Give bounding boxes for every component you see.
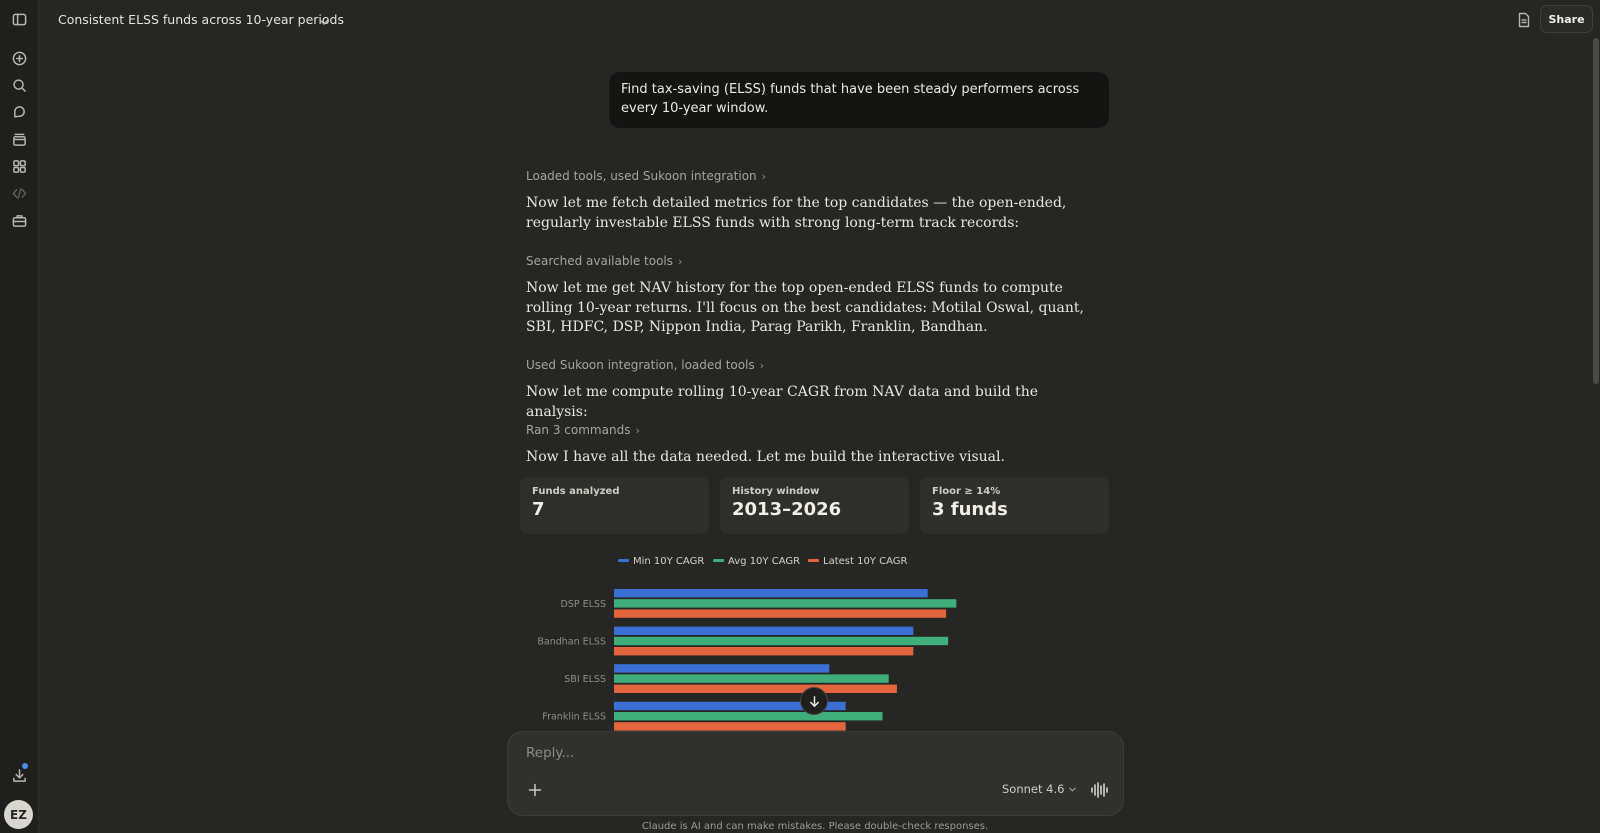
- legend-label: Latest 10Y CAGR: [823, 556, 907, 567]
- stat-card-floor: Floor ≥ 14% 3 funds: [920, 477, 1109, 534]
- tool-summary-label: Loaded tools, used Sukoon integration: [526, 169, 757, 183]
- bar-min-10y-cagr-bandhan-elss[interactable]: [614, 626, 914, 635]
- stat-label: History window: [732, 486, 820, 497]
- bar-min-10y-cagr-dsp-elss[interactable]: [614, 589, 928, 598]
- bar-latest-10y-cagr-dsp-elss[interactable]: [614, 609, 947, 618]
- code-icon[interactable]: [9, 183, 29, 203]
- new-chat-icon[interactable]: [9, 48, 29, 68]
- arrow-down-icon: [809, 695, 819, 707]
- search-icon[interactable]: [9, 75, 29, 95]
- stat-value: 2013–2026: [732, 499, 842, 520]
- tool-summary-3[interactable]: Used Sukoon integration, loaded tools ›: [526, 358, 764, 372]
- share-button[interactable]: Share: [1540, 5, 1593, 33]
- toolbox-icon[interactable]: [9, 210, 29, 230]
- chats-icon[interactable]: [9, 102, 29, 122]
- stat-card-history: History window 2013–2026: [720, 477, 909, 534]
- chevron-down-icon[interactable]: [318, 13, 330, 26]
- document-icon[interactable]: [1516, 12, 1532, 28]
- bar-avg-10y-cagr-franklin-elss[interactable]: [614, 712, 883, 721]
- chevron-right-icon: ›: [759, 358, 765, 372]
- chevron-down-icon: [1069, 787, 1077, 792]
- tool-summary-label: Searched available tools: [526, 254, 673, 268]
- legend-label: Avg 10Y CAGR: [728, 556, 800, 567]
- legend-label: Min 10Y CAGR: [633, 556, 704, 567]
- tool-summary-label: Used Sukoon integration, loaded tools: [526, 358, 755, 372]
- bar-latest-10y-cagr-bandhan-elss[interactable]: [614, 647, 914, 656]
- notification-dot: [22, 763, 28, 769]
- chevron-right-icon: ›: [761, 169, 767, 183]
- left-sidebar: EZ: [0, 0, 39, 833]
- reply-composer: Sonnet 4.6: [507, 731, 1124, 816]
- stat-value: 3 funds: [932, 499, 1008, 520]
- projects-icon[interactable]: [9, 129, 29, 149]
- tool-summary-2[interactable]: Searched available tools ›: [526, 254, 682, 268]
- tool-summary-1[interactable]: Loaded tools, used Sukoon integration ›: [526, 169, 766, 183]
- disclaimer-text: Claude is AI and can make mistakes. Plea…: [641, 821, 989, 832]
- chevron-right-icon: ›: [635, 423, 640, 437]
- legend-swatch: [618, 559, 629, 562]
- category-label: Franklin ELSS: [542, 712, 606, 723]
- artifacts-icon[interactable]: [9, 156, 29, 176]
- scroll-to-bottom-button[interactable]: [800, 687, 828, 715]
- tool-summary-label: Ran 3 commands: [526, 423, 631, 437]
- legend-swatch: [808, 559, 819, 562]
- scrollbar-thumb[interactable]: [1593, 38, 1599, 384]
- stat-label: Funds analyzed: [532, 486, 620, 497]
- stat-value: 7: [532, 499, 545, 520]
- sidebar-toggle-icon[interactable]: [9, 9, 29, 29]
- bar-avg-10y-cagr-dsp-elss[interactable]: [614, 599, 957, 608]
- stat-label: Floor ≥ 14%: [932, 486, 1001, 497]
- waveform-icon: [1091, 782, 1108, 798]
- bar-avg-10y-cagr-bandhan-elss[interactable]: [614, 636, 949, 646]
- add-attachment-button[interactable]: [527, 782, 543, 798]
- chevron-right-icon: ›: [678, 254, 683, 268]
- user-message: Find tax-saving (ELSS) funds that have b…: [609, 72, 1109, 128]
- reply-input[interactable]: [524, 744, 1088, 762]
- plus-icon: [528, 783, 542, 797]
- category-label: SBI ELSS: [564, 674, 606, 685]
- bar-latest-10y-cagr-franklin-elss[interactable]: [614, 722, 846, 731]
- category-label: Bandhan ELSS: [537, 637, 606, 648]
- model-name: Sonnet 4.6: [1002, 782, 1065, 796]
- stat-card-funds: Funds analyzed 7: [520, 477, 709, 534]
- tool-summary-4[interactable]: Ran 3 commands ›: [526, 423, 640, 437]
- assistant-paragraph-2: Now let me get NAV history for the top o…: [526, 280, 1084, 336]
- conversation-title[interactable]: Consistent ELSS funds across 10-year per…: [58, 12, 344, 27]
- legend-swatch: [713, 559, 724, 562]
- bar-latest-10y-cagr-sbi-elss[interactable]: [614, 684, 897, 693]
- assistant-paragraph-1: Now let me fetch detailed metrics for th…: [526, 195, 1067, 231]
- bar-min-10y-cagr-sbi-elss[interactable]: [614, 664, 830, 673]
- assistant-paragraph-3: Now let me compute rolling 10-year CAGR …: [526, 384, 1039, 420]
- voice-mode-button[interactable]: [1089, 780, 1109, 800]
- bar-avg-10y-cagr-sbi-elss[interactable]: [614, 674, 889, 683]
- assistant-paragraph-4: Now I have all the data needed. Let me b…: [526, 449, 1005, 465]
- model-selector[interactable]: Sonnet 4.6: [1002, 782, 1077, 796]
- category-label: DSP ELSS: [561, 599, 606, 610]
